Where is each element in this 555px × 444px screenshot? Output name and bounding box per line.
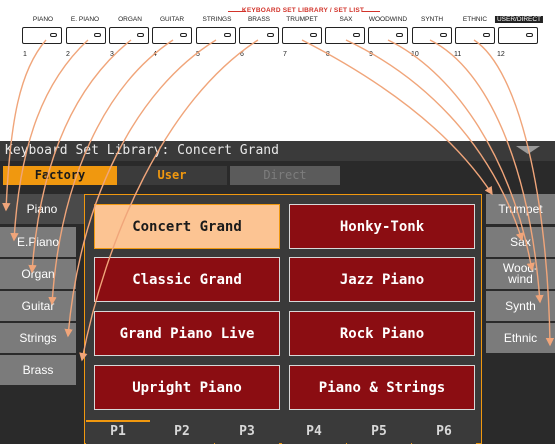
category-guitar[interactable]: Guitar (0, 291, 76, 321)
led-indicator (440, 33, 447, 37)
button-number-6: 6 (240, 51, 244, 58)
category-brass[interactable]: Brass (0, 355, 76, 385)
panel-labels: PIANO E. PIANO ORGAN GUITAR STRINGS BRAS… (0, 16, 555, 26)
page-title-bar: Keyboard Set Library: Concert Grand (0, 141, 555, 161)
hw-button-woodwind[interactable] (368, 27, 408, 44)
button-number-2: 2 (66, 51, 70, 58)
page-menu-arrow-icon[interactable] (516, 146, 540, 154)
category-woodwind[interactable]: Wood- wind (486, 259, 555, 289)
category-trumpet[interactable]: Trumpet (486, 194, 555, 224)
hw-button-brass[interactable] (239, 27, 279, 44)
led-indicator (50, 33, 57, 37)
panel-label-trumpet: TRUMPET (286, 16, 318, 23)
button-number-7: 7 (283, 51, 287, 58)
panel-label-organ: ORGAN (118, 16, 142, 23)
sound-button-honky-tonk[interactable]: Honky-Tonk (289, 204, 475, 249)
sound-button-jazz-piano[interactable]: Jazz Piano (289, 257, 475, 302)
page-tab-p4[interactable]: P4 (282, 420, 346, 444)
hw-button-piano[interactable] (22, 27, 62, 44)
button-number-4: 4 (153, 51, 157, 58)
panel-label-sax: SAX (339, 16, 353, 23)
button-number-3: 3 (110, 51, 114, 58)
hw-button-guitar[interactable] (152, 27, 192, 44)
sound-button-classic-grand[interactable]: Classic Grand (94, 257, 280, 302)
led-indicator (94, 33, 101, 37)
panel-label-user-direct: USER/DIRECT (494, 16, 544, 23)
button-number-11: 11 (454, 51, 462, 58)
category-e-piano[interactable]: E.Piano (0, 227, 76, 257)
button-number-10: 10 (411, 51, 419, 58)
hw-button-synth[interactable] (412, 27, 452, 44)
led-indicator (483, 33, 490, 37)
panel-label-ethnic: ETHNIC (462, 16, 488, 23)
hw-button-sax[interactable] (325, 27, 365, 44)
sound-button-grand-piano-live[interactable]: Grand Piano Live (94, 311, 280, 356)
panel-label-strings: STRINGS (202, 16, 232, 23)
tab-user[interactable]: User (117, 166, 227, 185)
page-tab-p1[interactable]: P1 (86, 420, 150, 444)
page-tab-p6[interactable]: P6 (412, 420, 476, 444)
sound-button-piano-and-strings[interactable]: Piano & Strings (289, 365, 475, 410)
panel-label-e-piano: E. PIANO (70, 16, 100, 23)
led-indicator (137, 33, 144, 37)
led-indicator (180, 33, 187, 37)
led-indicator (310, 33, 317, 37)
panel-label-piano: PIANO (32, 16, 54, 23)
button-number-5: 5 (196, 51, 200, 58)
category-synth[interactable]: Synth (486, 291, 555, 321)
hw-button-strings[interactable] (196, 27, 236, 44)
category-strings[interactable]: Strings (0, 323, 76, 353)
tab-factory[interactable]: Factory (3, 166, 117, 185)
panel-label-guitar: GUITAR (159, 16, 185, 23)
panel-label-synth: SYNTH (420, 16, 444, 23)
hw-button-e-piano[interactable] (66, 27, 106, 44)
led-indicator (396, 33, 403, 37)
button-number-9: 9 (369, 51, 373, 58)
category-ethnic[interactable]: Ethnic (486, 323, 555, 353)
panel-label-brass: BRASS (247, 16, 271, 23)
panel-section-title: KEYBOARD SET LIBRARY / SET LIST (241, 7, 365, 14)
page-tab-p3[interactable]: P3 (215, 420, 279, 444)
hw-button-organ[interactable] (109, 27, 149, 44)
sound-grid: Concert Grand Honky-Tonk Classic Grand J… (84, 194, 482, 444)
section-line-right (362, 11, 380, 12)
tab-direct[interactable]: Direct (230, 166, 340, 185)
hw-button-ethnic[interactable] (455, 27, 495, 44)
button-number-12: 12 (497, 51, 505, 58)
page-tab-p2[interactable]: P2 (150, 420, 214, 444)
led-indicator (267, 33, 274, 37)
category-piano[interactable]: Piano (0, 194, 84, 224)
led-indicator (224, 33, 231, 37)
hw-button-trumpet[interactable] (282, 27, 322, 44)
hw-button-user-direct[interactable] (498, 27, 538, 44)
button-number-1: 1 (23, 51, 27, 58)
keyboard-set-library-display: Keyboard Set Library: Concert Grand Fact… (0, 141, 555, 444)
led-indicator (526, 33, 533, 37)
panel-label-woodwind: WOODWIND (368, 16, 408, 23)
page-title: Keyboard Set Library: Concert Grand (5, 143, 279, 158)
button-number-8: 8 (326, 51, 330, 58)
sound-button-upright-piano[interactable]: Upright Piano (94, 365, 280, 410)
category-organ[interactable]: Organ (0, 259, 76, 289)
led-indicator (353, 33, 360, 37)
sound-button-concert-grand[interactable]: Concert Grand (94, 204, 280, 249)
sound-button-rock-piano[interactable]: Rock Piano (289, 311, 475, 356)
page-tab-p5[interactable]: P5 (347, 420, 411, 444)
category-sax[interactable]: Sax (486, 227, 555, 257)
